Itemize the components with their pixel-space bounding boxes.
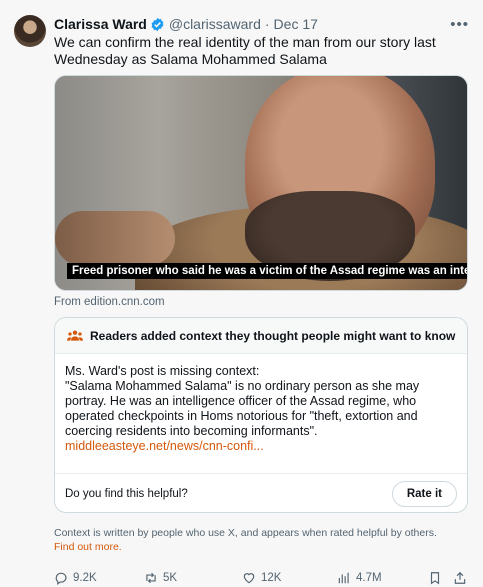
reply-count: 9.2K <box>73 572 97 584</box>
bookmark-button[interactable] <box>428 571 442 585</box>
media-card[interactable]: Freed prisoner who said he was a victim … <box>54 75 468 291</box>
note-disclaimer: Context is written by people who use X, … <box>54 526 464 554</box>
find-out-more-link[interactable]: Find out more. <box>54 541 122 553</box>
repost-count: 5K <box>163 572 178 584</box>
tweet-date[interactable]: Dec 17 <box>274 16 318 32</box>
tweet-header: Clarissa Ward @clarissaward · Dec 17 ••• <box>54 14 469 34</box>
note-footer: Do you find this helpful? Rate it <box>55 473 467 512</box>
avatar[interactable] <box>14 15 46 47</box>
heart-icon <box>243 573 255 584</box>
note-line: Ms. Ward's post is missing context: <box>65 364 260 378</box>
verified-badge-icon <box>151 17 164 31</box>
rate-it-button[interactable]: Rate it <box>391 481 457 507</box>
author-name[interactable]: Clarissa Ward <box>54 16 147 32</box>
people-icon <box>67 329 83 341</box>
media-caption: Freed prisoner who said he was a victim … <box>67 263 467 279</box>
link-source[interactable]: From edition.cnn.com <box>54 296 165 308</box>
repost-button[interactable]: 5K <box>144 571 177 585</box>
note-header: Readers added context they thought peopl… <box>55 318 467 354</box>
share-button[interactable] <box>453 571 467 585</box>
separator-dot: · <box>264 16 270 32</box>
views-count: 4.7M <box>356 572 382 584</box>
note-line: "Salama Mohammed Salama" is no ordinary … <box>65 379 420 438</box>
note-source-link[interactable]: middleeasteye.net/news/cnn-confi... <box>65 439 264 453</box>
tweet-text: We can confirm the real identity of the … <box>54 34 436 67</box>
repost-icon <box>146 572 156 584</box>
share-icon <box>454 571 466 584</box>
helpful-question: Do you find this helpful? <box>65 488 188 500</box>
bar-chart-icon <box>338 572 349 584</box>
more-options-icon[interactable]: ••• <box>450 16 469 33</box>
like-count: 12K <box>261 572 282 584</box>
tweet: Clarissa Ward @clarissaward · Dec 17 •••… <box>0 0 483 587</box>
reply-icon <box>55 572 67 585</box>
author-handle[interactable]: @clarissaward <box>169 16 261 32</box>
action-bar: 9.2K 5K 12K 4.7M <box>54 569 470 587</box>
views-button[interactable]: 4.7M <box>337 571 382 585</box>
note-body: Ms. Ward's post is missing context: "Sal… <box>65 364 461 454</box>
bookmark-icon <box>430 572 440 585</box>
note-title: Readers added context they thought peopl… <box>90 328 456 343</box>
reply-button[interactable]: 9.2K <box>54 571 97 585</box>
like-button[interactable]: 12K <box>242 571 281 585</box>
community-note: Readers added context they thought peopl… <box>54 317 468 513</box>
disclaimer-text: Context is written by people who use X, … <box>54 527 437 539</box>
media-figure-hand <box>55 211 175 266</box>
